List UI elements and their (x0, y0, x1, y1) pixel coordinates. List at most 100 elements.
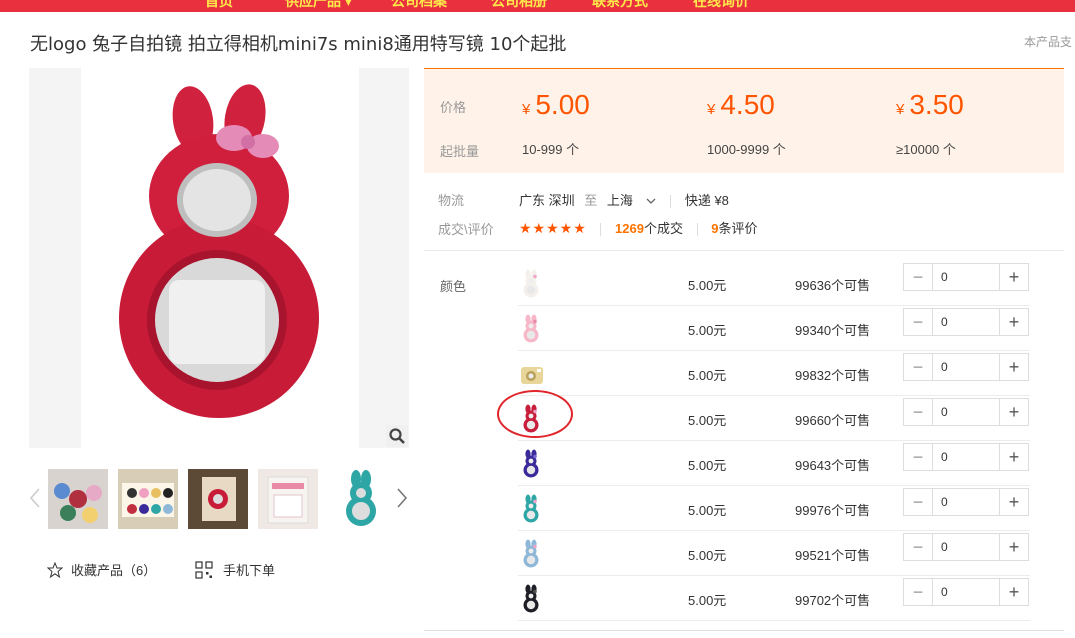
sku-price: 5.00元 (688, 413, 727, 428)
chevron-down-icon (646, 198, 656, 204)
decrease-button[interactable]: − (904, 354, 932, 380)
thumbnail-4[interactable] (258, 469, 318, 529)
decrease-button[interactable]: − (904, 444, 932, 470)
product-title: 无logo 兔子自拍镜 拍立得相机mini7s mini8通用特写镜 10个起批 (30, 34, 567, 55)
thumbnail-5[interactable] (334, 469, 394, 529)
decrease-button[interactable]: − (904, 579, 932, 605)
favorite-product-button[interactable]: 收藏产品（6） (47, 560, 156, 579)
quantity-stepper: − 0 + (903, 578, 1029, 606)
qty-range-1: 10-999 个 (522, 142, 580, 157)
lightblue-rabbit-mirror-icon[interactable] (518, 539, 546, 569)
quantity-stepper: − 0 + (903, 398, 1029, 426)
nav-item-products[interactable]: 供应产品 ▾ (285, 0, 352, 11)
quantity-stepper: − 0 + (903, 443, 1029, 471)
increase-button[interactable]: + (1000, 444, 1028, 470)
white-rabbit-mirror-icon[interactable] (518, 269, 546, 299)
zoom-button[interactable] (386, 425, 408, 447)
quantity-stepper: − 0 + (903, 353, 1029, 381)
nav-item-album[interactable]: 公司相册 (491, 0, 547, 11)
price-tier-1: ¥5.00 (522, 89, 590, 120)
main-product-image[interactable] (29, 68, 409, 448)
section-divider (424, 250, 1064, 251)
quantity-input[interactable]: 0 (932, 489, 1000, 515)
thumbnail-image (48, 469, 108, 529)
quantity-input[interactable]: 0 (932, 399, 1000, 425)
reviews-link[interactable]: 9条评价 (711, 221, 757, 236)
row-divider (518, 620, 1030, 621)
sku-price: 5.00元 (688, 503, 727, 518)
quantity-input[interactable]: 0 (932, 444, 1000, 470)
thumbnail-1[interactable] (48, 469, 108, 529)
moq-label: 起批量 (440, 144, 480, 159)
quantity-input[interactable]: 0 (932, 264, 1000, 290)
logistics-label: 物流 (438, 193, 465, 208)
price-tier-3: ¥3.50 (896, 89, 964, 120)
quantity-input[interactable]: 0 (932, 354, 1000, 380)
nav-item-profile[interactable]: 公司档案 (391, 0, 447, 11)
sku-stock: 99660个可售 (795, 413, 871, 428)
quantity-input[interactable]: 0 (932, 579, 1000, 605)
nav-item-home[interactable]: 首页 (205, 0, 233, 11)
sku-price: 5.00元 (688, 548, 727, 563)
thumbnail-3[interactable] (188, 469, 248, 529)
increase-button[interactable]: + (1000, 309, 1028, 335)
sku-row: 5.00元 99643个可售 − 0 + (518, 441, 1030, 486)
sku-stock: 99340个可售 (795, 323, 871, 338)
nav-item-inquiry[interactable]: 在线询价 (693, 0, 749, 11)
sku-stock: 99636个可售 (795, 278, 871, 293)
black-rabbit-mirror-icon[interactable] (518, 584, 546, 614)
shipping-method: 快递 (684, 193, 711, 208)
decrease-button[interactable]: − (904, 264, 932, 290)
from-city: 深圳 (548, 193, 575, 208)
thumbs-next-button[interactable] (395, 486, 409, 510)
purple-rabbit-mirror-icon[interactable] (518, 449, 546, 479)
logistics-info: 广东 深圳 至 上海 快递 ¥8 (519, 190, 729, 209)
sku-stock: 99521个可售 (795, 548, 871, 563)
increase-button[interactable]: + (1000, 579, 1028, 605)
mobile-order-button[interactable]: 手机下单 (195, 560, 275, 579)
sku-price: 5.00元 (688, 593, 727, 608)
product-note: 本产品支 (1024, 35, 1073, 49)
increase-button[interactable]: + (1000, 534, 1028, 560)
nav-item-contact[interactable]: 联系方式 (592, 0, 648, 11)
sku-price: 5.00元 (688, 458, 727, 473)
decrease-button[interactable]: − (904, 489, 932, 515)
main-image-canvas (81, 68, 359, 448)
highlight-annotation (497, 390, 573, 438)
sku-row: 5.00元 99976个可售 − 0 + (518, 486, 1030, 531)
destination-select[interactable]: 上海 (607, 193, 660, 208)
favorite-label: 收藏产品（6） (71, 563, 157, 578)
sku-row: 5.00元 99340个可售 − 0 + (518, 306, 1030, 351)
quantity-stepper: − 0 + (903, 488, 1029, 516)
sku-row: 5.00元 99660个可售 − 0 + (518, 396, 1030, 441)
increase-button[interactable]: + (1000, 399, 1028, 425)
quantity-stepper: − 0 + (903, 533, 1029, 561)
decrease-button[interactable]: − (904, 399, 932, 425)
qr-code-icon (195, 560, 213, 579)
red-rabbit-mirror-image (119, 84, 319, 418)
deals-link[interactable]: 1269个成交 (615, 221, 683, 236)
teal-rabbit-mirror-icon[interactable] (518, 494, 546, 524)
price-tier-2: ¥4.50 (707, 89, 775, 120)
increase-button[interactable]: + (1000, 489, 1028, 515)
divider (600, 223, 602, 237)
quantity-input[interactable]: 0 (932, 534, 1000, 560)
reviews-info: ★★★★★ 1269个成交 9条评价 (519, 218, 757, 237)
decrease-button[interactable]: − (904, 309, 932, 335)
quantity-input[interactable]: 0 (932, 309, 1000, 335)
thumbnail-2[interactable] (118, 469, 178, 529)
pink-rabbit-mirror-icon[interactable] (518, 314, 546, 344)
qty-range-2: 1000-9999 个 (707, 142, 786, 157)
increase-button[interactable]: + (1000, 264, 1028, 290)
mobile-order-label: 手机下单 (223, 563, 276, 578)
sku-row: 5.00元 99832个可售 − 0 + (518, 351, 1030, 396)
thumbs-prev-button[interactable] (28, 486, 42, 510)
increase-button[interactable]: + (1000, 354, 1028, 380)
thumbnail-image (118, 469, 178, 529)
sku-row: 5.00元 99636个可售 − 0 + (518, 261, 1030, 306)
shipping-cost: ¥8 (714, 193, 729, 208)
yellow-camera-mirror-icon[interactable] (518, 359, 546, 389)
sku-stock: 99976个可售 (795, 503, 871, 518)
thumbnail-image (258, 469, 318, 529)
decrease-button[interactable]: − (904, 534, 932, 560)
